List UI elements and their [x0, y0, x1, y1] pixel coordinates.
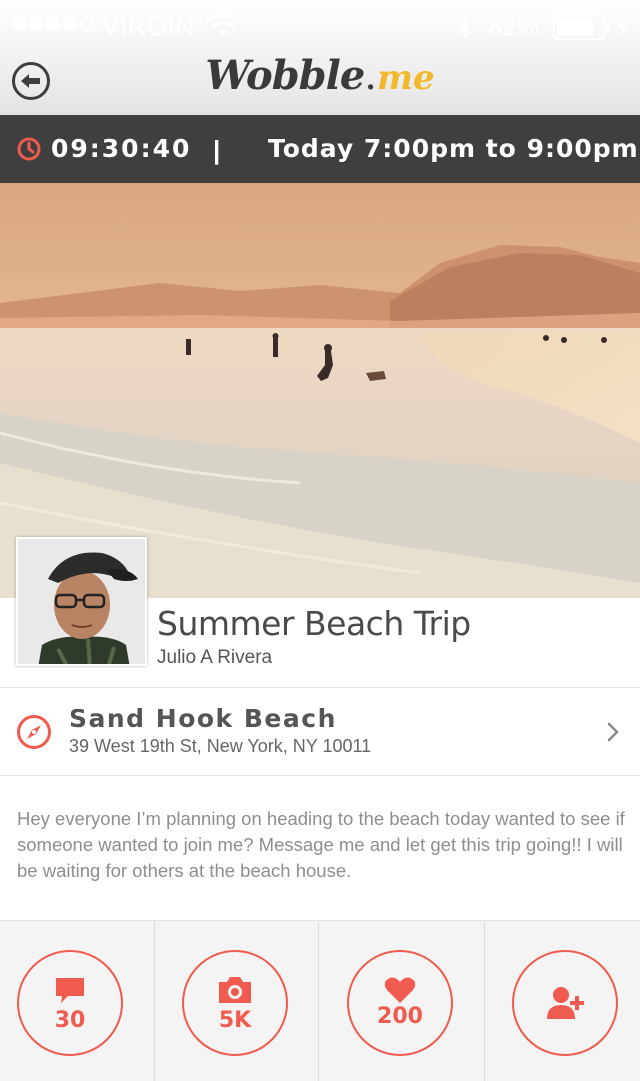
logo-dot: .: [364, 53, 378, 99]
likes-cell: 200: [319, 922, 485, 1081]
location-address: 39 West 19th St, New York, NY 10011: [69, 736, 372, 756]
clock-icon: [17, 137, 41, 161]
host-name[interactable]: Julio A Rivera: [157, 647, 272, 669]
wifi-icon: [206, 13, 240, 36]
add-friend-icon: [547, 987, 584, 1019]
heart-icon: [384, 977, 416, 1003]
location-row[interactable]: Sand Hook Beach 39 West 19th St, New Yor…: [0, 688, 640, 776]
join-cell: [485, 922, 640, 1081]
app-logo: Wobble.me: [0, 52, 640, 99]
event-description: Hey everyone I’m planning on heading to …: [17, 808, 625, 881]
battery-percentage: 82%: [488, 11, 541, 41]
host-avatar[interactable]: [16, 537, 147, 666]
photos-cell: 5K: [155, 922, 319, 1081]
time-separator: |: [213, 135, 221, 165]
countdown-timer: 09:30:40: [51, 134, 192, 163]
likes-count: 200: [377, 1004, 423, 1029]
chevron-right-icon: [607, 722, 619, 742]
battery-icon: [553, 14, 605, 40]
event-time-bar: 09:30:40 | Today 7:00pm to 9:00pm: [0, 115, 640, 183]
comments-count: 30: [54, 1008, 86, 1033]
event-time-range: Today 7:00pm to 9:00pm: [268, 134, 639, 163]
carrier-name: VIRGIN: [102, 11, 195, 41]
logo-suffix: me: [377, 58, 435, 98]
add-friend-button[interactable]: [512, 950, 618, 1056]
compass-icon: [17, 715, 51, 749]
event-title: Summer Beach Trip: [157, 604, 471, 643]
action-bar: 30 5K 200: [0, 922, 640, 1081]
comments-button[interactable]: 30: [17, 950, 123, 1056]
likes-button[interactable]: 200: [347, 950, 453, 1056]
logo-wordmark: Wobble: [205, 52, 365, 99]
status-bar: VIRGIN 82%: [0, 0, 640, 52]
location-name: Sand Hook Beach: [69, 704, 337, 733]
signal-strength-icon: [12, 17, 94, 31]
bluetooth-icon: [457, 16, 470, 38]
charging-bolt-icon: [616, 16, 628, 38]
photos-count: 5K: [218, 1008, 252, 1033]
battery-level-fill: [557, 18, 593, 36]
comments-cell: 30: [0, 922, 155, 1081]
description-card: Hey everyone I’m planning on heading to …: [0, 776, 640, 921]
comment-icon: [56, 978, 84, 1003]
camera-icon: [219, 977, 251, 1003]
event-cover-photo: [0, 183, 640, 598]
photos-button[interactable]: 5K: [182, 950, 288, 1056]
battery-tip: [606, 22, 610, 32]
